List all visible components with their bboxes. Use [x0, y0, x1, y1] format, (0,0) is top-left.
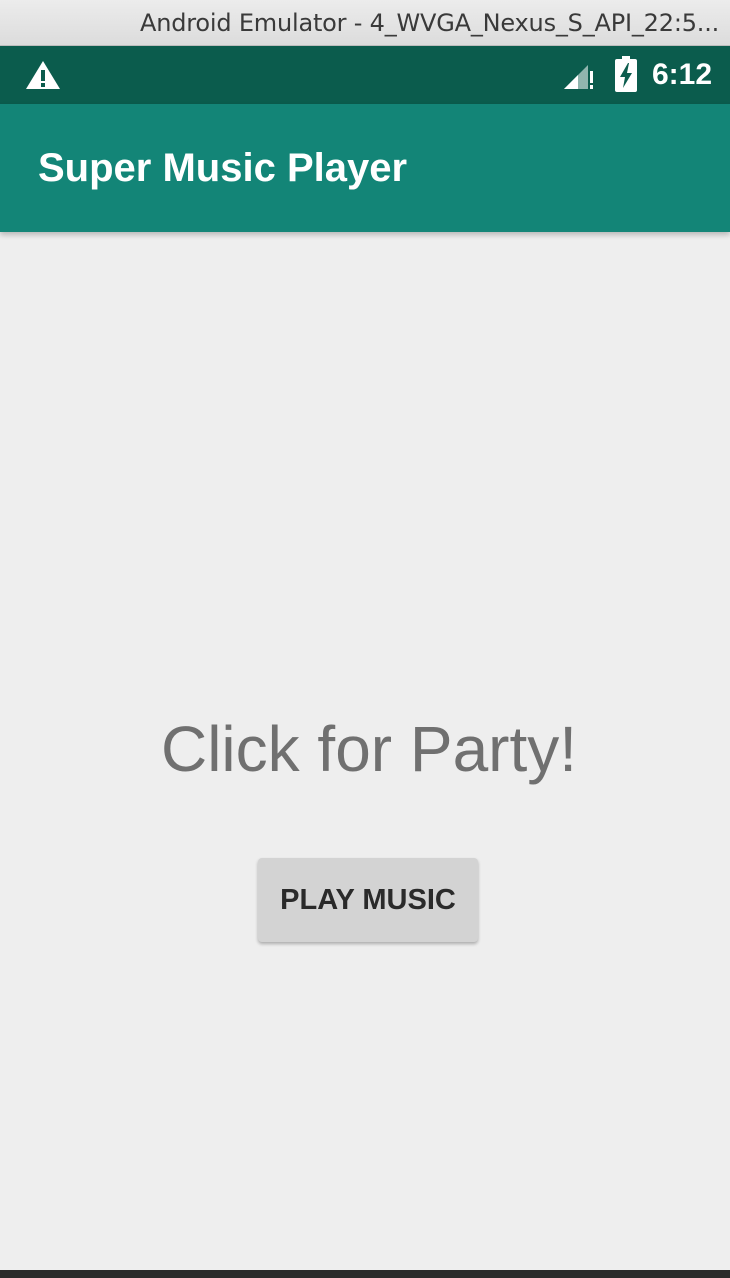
battery-charging-icon: [614, 56, 638, 92]
status-bar-clock: 6:12: [652, 58, 713, 91]
warning-icon: [24, 59, 62, 91]
party-message: Click for Party!: [160, 713, 578, 785]
app-bar: Super Music Player: [0, 104, 730, 232]
signal-icon: [562, 61, 596, 91]
main-content: Click for Party! PLAY MUSIC: [0, 232, 730, 1270]
window-titlebar[interactable]: Android Emulator - 4_WVGA_Nexus_S_API_22…: [0, 0, 730, 46]
emulator-bottom-edge: [0, 1270, 730, 1278]
app-title: Super Music Player: [38, 146, 408, 190]
window-title: Android Emulator - 4_WVGA_Nexus_S_API_22…: [140, 9, 720, 37]
android-status-bar: 6:12: [0, 46, 730, 104]
play-music-button[interactable]: PLAY MUSIC: [258, 858, 478, 942]
emulator-window: Android Emulator - 4_WVGA_Nexus_S_API_22…: [0, 0, 730, 1270]
